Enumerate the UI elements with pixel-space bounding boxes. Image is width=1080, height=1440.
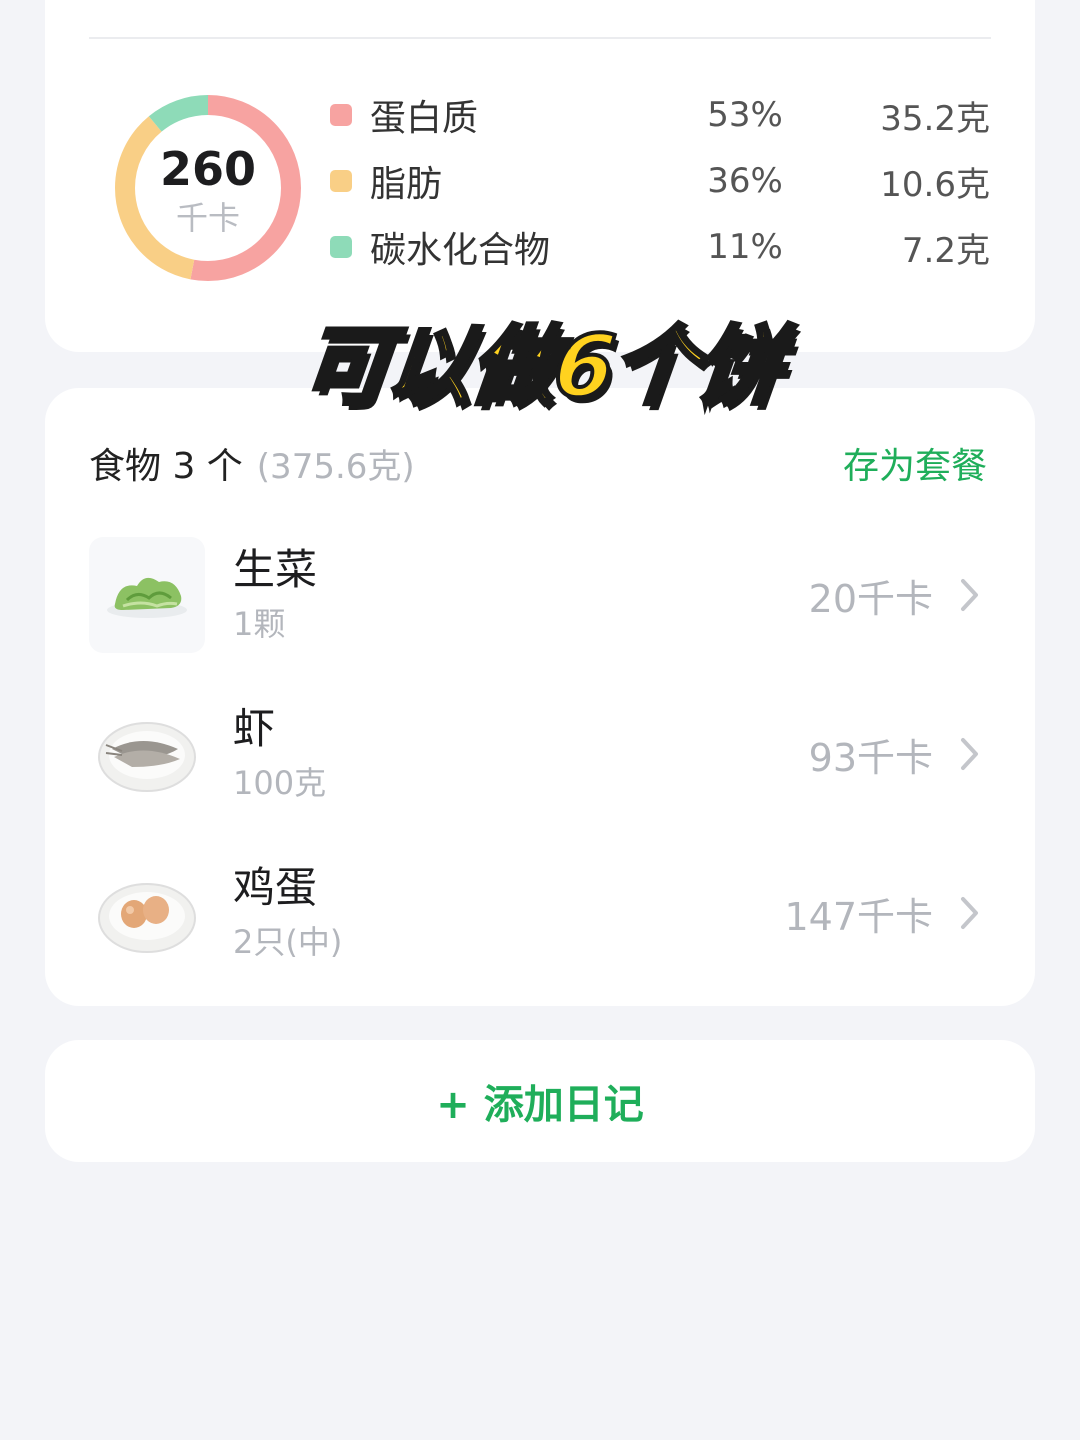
macro-row-carbs: 碳水化合物 11% 7.2克 (330, 217, 990, 277)
macro-percent: 36% (707, 161, 783, 201)
protein-color-dot (330, 104, 352, 126)
add-diary-button[interactable]: + 添加日记 (45, 1040, 1035, 1162)
food-count: 食物 3 个 (89, 446, 243, 487)
food-calories: 93千卡 (808, 735, 933, 780)
calorie-unit: 千卡 (175, 199, 240, 237)
macro-amount: 7.2克 (901, 230, 990, 271)
food-name: 生菜 (233, 544, 318, 594)
macro-name: 碳水化合物 (370, 230, 551, 271)
lettuce-icon (89, 537, 205, 653)
macro-percent: 53% (707, 95, 783, 135)
macro-row-fat: 脂肪 36% 10.6克 (330, 151, 990, 211)
shrimp-icon (89, 696, 205, 812)
overlay-caption: 可以做6个饼 (295, 315, 787, 419)
save-as-set-button[interactable]: 存为套餐 (843, 437, 987, 489)
calorie-value: 260 (159, 142, 257, 196)
chevron-right-icon (953, 734, 987, 774)
macro-amount: 35.2克 (880, 98, 990, 139)
food-quantity: 1颗 (233, 605, 286, 644)
eggs-icon (89, 855, 205, 971)
food-name: 鸡蛋 (233, 862, 318, 912)
fat-color-dot (330, 170, 352, 192)
food-quantity: 100克 (233, 764, 327, 803)
food-name: 虾 (233, 703, 276, 753)
calorie-summary: 260 千卡 (113, 93, 303, 283)
food-list-card: 食物 3 个 (375.6克) 存为套餐 生菜 1颗 20千卡 虾 100克 9… (45, 388, 1035, 1006)
food-quantity: 2只(中) (233, 923, 343, 962)
carbs-color-dot (330, 236, 352, 258)
chevron-right-icon (953, 575, 987, 615)
food-item-shrimp[interactable]: 虾 100克 93千卡 (89, 695, 987, 813)
add-diary-label: + 添加日记 (436, 1082, 644, 1128)
food-list-header: 食物 3 个 (375.6克) 存为套餐 (89, 438, 987, 488)
macro-name: 蛋白质 (370, 98, 479, 139)
divider (89, 37, 991, 39)
food-calories: 20千卡 (808, 576, 933, 621)
food-item-lettuce[interactable]: 生菜 1颗 20千卡 (89, 536, 987, 654)
macro-name: 脂肪 (370, 164, 443, 205)
food-item-eggs[interactable]: 鸡蛋 2只(中) 147千卡 (89, 854, 987, 972)
macro-percent: 11% (707, 227, 783, 267)
food-total-weight: (375.6克) (256, 446, 415, 487)
chevron-right-icon (953, 893, 987, 933)
food-calories: 147千卡 (784, 894, 933, 939)
macro-row-protein: 蛋白质 53% 35.2克 (330, 85, 990, 145)
macro-amount: 10.6克 (880, 164, 990, 205)
